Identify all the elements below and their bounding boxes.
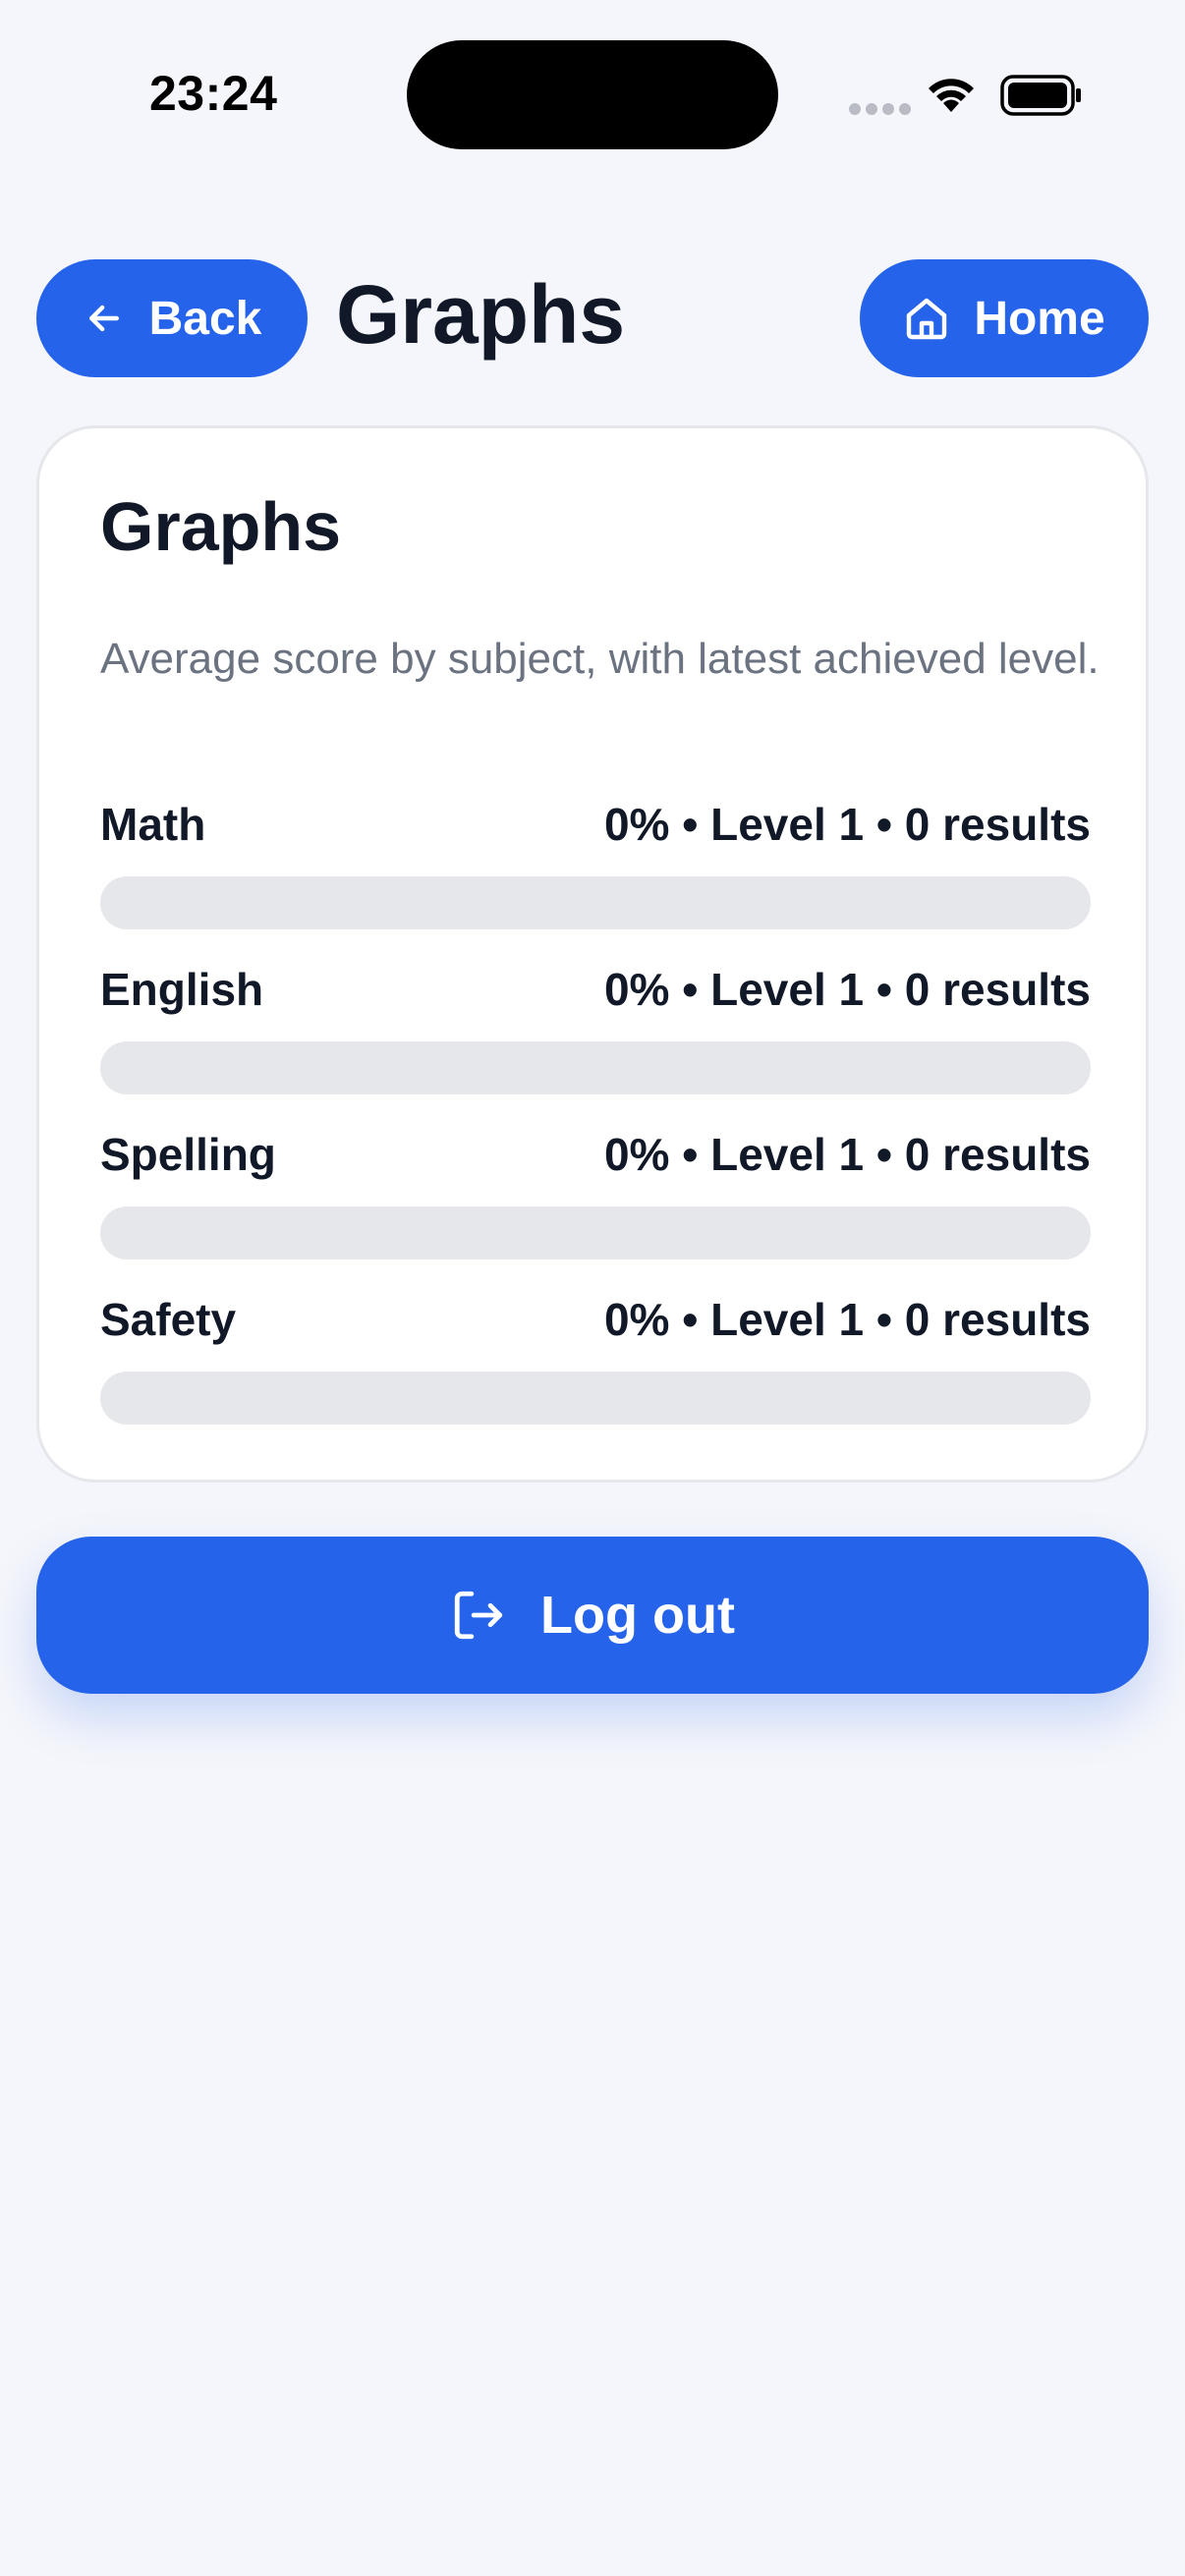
graphs-card: Graphs Average score by subject, with la…	[36, 425, 1149, 1483]
progress-bar	[100, 1206, 1091, 1260]
card-title: Graphs	[100, 488, 342, 565]
subject-stats: 0% • Level 1 • 0 results	[603, 964, 1091, 1015]
subject-name: Math	[100, 799, 206, 850]
progress-bar	[100, 1372, 1091, 1425]
progress-bar	[100, 1041, 1091, 1094]
back-button[interactable]: Back	[36, 259, 308, 377]
battery-icon	[1000, 75, 1081, 116]
back-button-label: Back	[148, 292, 262, 345]
graphs-screen: 23:24 Back Graphs Home Graphs Average sc…	[0, 0, 1185, 2576]
dynamic-island	[407, 40, 778, 149]
arrow-left-icon	[88, 305, 119, 332]
subject-stats: 0% • Level 1 • 0 results	[603, 799, 1091, 850]
logout-button-label: Log out	[540, 1586, 735, 1645]
home-icon	[907, 298, 947, 340]
subject-stats: 0% • Level 1 • 0 results	[603, 1129, 1091, 1180]
home-button[interactable]: Home	[860, 259, 1149, 377]
home-button-label: Home	[974, 292, 1105, 345]
subject-name: Safety	[100, 1294, 237, 1345]
subject-name: English	[100, 964, 264, 1015]
cellular-signal-icon	[849, 103, 911, 115]
subject-name: Spelling	[100, 1129, 276, 1180]
subject-stats: 0% • Level 1 • 0 results	[603, 1294, 1091, 1345]
logout-icon	[454, 1591, 503, 1640]
wifi-icon	[929, 79, 974, 112]
page-title: Graphs	[336, 268, 626, 361]
card-description: Average score by subject, with latest ac…	[100, 635, 1100, 683]
status-time: 23:24	[149, 66, 278, 121]
logout-button[interactable]: Log out	[36, 1537, 1149, 1694]
progress-bar	[100, 876, 1091, 929]
